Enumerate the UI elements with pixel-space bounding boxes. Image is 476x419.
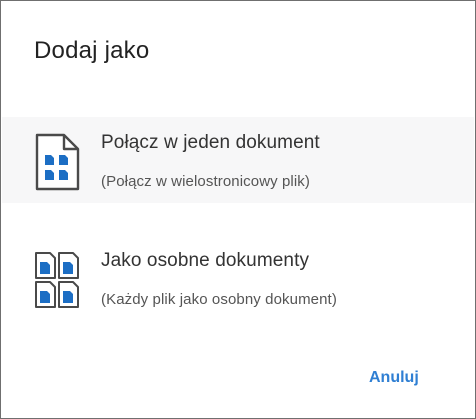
option-merge-into-one[interactable]: Połącz w jeden dokument (Połącz w wielos… xyxy=(2,117,474,203)
cancel-button[interactable]: Anuluj xyxy=(363,367,425,389)
option-subtitle: (Połącz w wielostronicowy plik) xyxy=(101,173,310,190)
multiple-documents-icon xyxy=(35,252,79,308)
option-title: Jako osobne dokumenty xyxy=(101,250,310,271)
option-subtitle: (Każdy plik jako osobny dokument) xyxy=(101,291,337,308)
option-title: Połącz w jeden dokument xyxy=(101,132,320,153)
option-separate-documents[interactable]: Jako osobne dokumenty (Każdy plik jako o… xyxy=(2,235,474,321)
single-document-icon xyxy=(35,133,80,191)
dialog-title: Dodaj jako xyxy=(34,37,150,64)
add-as-dialog: Dodaj jako Połącz w jeden dokument (Połą… xyxy=(0,0,476,419)
